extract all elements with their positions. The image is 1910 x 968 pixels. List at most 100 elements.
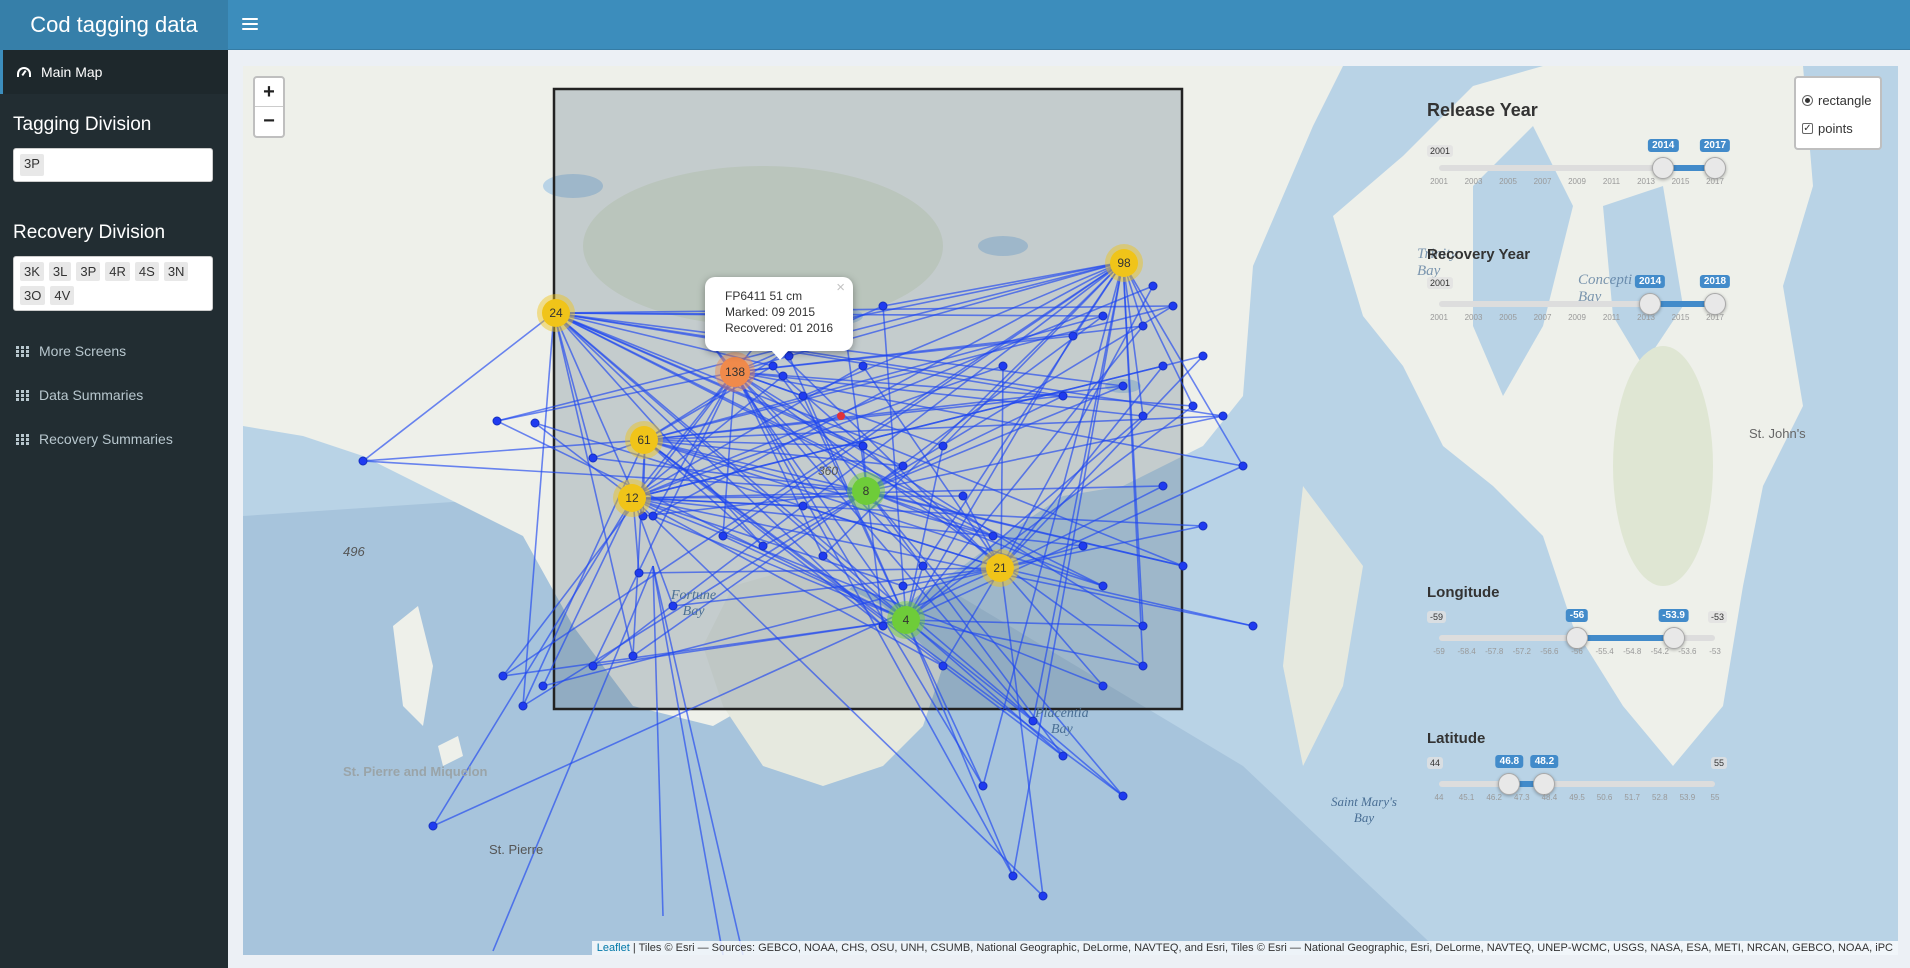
tag-point[interactable] [1198,351,1208,361]
tag-point[interactable] [1138,621,1148,631]
tag-point[interactable] [358,456,368,466]
tag-point[interactable] [1098,311,1108,321]
recovery-division-chip[interactable]: 4S [134,262,159,281]
cluster-marker[interactable]: 98 [1105,244,1143,282]
tag-point[interactable] [758,541,768,551]
tag-point[interactable] [918,561,928,571]
recovery-division-chip[interactable]: 3L [48,262,72,281]
tag-point[interactable] [898,581,908,591]
tag-point[interactable] [518,701,528,711]
leaflet-link[interactable]: Leaflet [597,942,630,954]
tag-point[interactable] [1158,361,1168,371]
tag-point-selected[interactable] [837,412,845,420]
cluster-marker[interactable]: 24 [537,294,575,332]
tag-point[interactable] [938,661,948,671]
tagging-division-chip[interactable]: 3P [20,154,44,176]
tag-point[interactable] [1248,621,1258,631]
layer-rectangle-option[interactable]: rectangle [1802,86,1874,114]
map-canvas[interactable]: 24 138 61 12 98 8 21 4 Fortune Bay Place… [243,66,1898,955]
recovery-division-chip[interactable]: 4V [50,286,75,305]
longitude-slider[interactable]: -59 -53 -56 -53.9 -59 -58.4 -57.8 -57.2 -56.… [1427,601,1727,661]
zoom-out-button[interactable]: − [255,107,283,136]
slider-high-handle[interactable] [1704,157,1726,179]
tag-point[interactable] [1098,681,1108,691]
tag-point[interactable] [588,453,598,463]
recovery-division-select[interactable]: 3K 3L 3P 4R 4S 3N 3O 4V [13,256,213,311]
tag-point[interactable] [858,441,868,451]
slider-high-handle[interactable] [1662,627,1685,649]
tag-point[interactable] [1038,891,1048,901]
tag-point[interactable] [858,361,868,371]
tag-point[interactable] [1058,751,1068,761]
tag-point[interactable] [1178,561,1188,571]
popup-close-button[interactable]: × [836,280,845,296]
sidebar-toggle-icon[interactable] [242,15,258,35]
cluster-marker[interactable]: 8 [847,472,885,510]
cluster-marker[interactable]: 12 [613,479,651,517]
sidebar-item-recovery-summaries[interactable]: Recovery Summaries [0,417,228,461]
sidebar-item-more-screens[interactable]: More Screens [0,329,228,373]
cluster-marker[interactable]: 138 [715,352,755,392]
tagging-division-select[interactable]: 3P [13,148,213,182]
tag-point[interactable] [978,781,988,791]
tag-point[interactable] [878,621,888,631]
tag-point[interactable] [1238,461,1248,471]
tag-point[interactable] [1138,321,1148,331]
tag-point[interactable] [718,531,728,541]
zoom-in-button[interactable]: + [255,78,283,107]
tag-point[interactable] [1168,301,1178,311]
tag-point[interactable] [1218,411,1228,421]
tag-point[interactable] [538,681,548,691]
tag-point[interactable] [1198,521,1208,531]
tag-point[interactable] [492,416,502,426]
cluster-marker[interactable]: 61 [625,421,663,459]
tag-point[interactable] [428,821,438,831]
tag-point[interactable] [1138,411,1148,421]
sidebar-item-data-summaries[interactable]: Data Summaries [0,373,228,417]
tag-point[interactable] [938,441,948,451]
tag-point[interactable] [1158,481,1168,491]
tag-point[interactable] [530,418,540,428]
checkbox-icon[interactable]: ✓ [1802,122,1813,134]
recovery-division-chip[interactable]: 3O [20,286,46,305]
tag-point[interactable] [648,511,658,521]
recovery-year-slider[interactable]: 2001 2014 2018 2001 2003 2005 2007 2009 2011 2… [1427,263,1731,323]
slider-low-handle[interactable] [1498,773,1521,795]
tag-point[interactable] [778,371,788,381]
recovery-division-chip[interactable]: 3P [76,262,101,281]
tag-point[interactable] [1118,791,1128,801]
tag-point[interactable] [958,491,968,501]
tag-point[interactable] [768,361,778,371]
release-year-slider[interactable]: 2001 2014 2017 2001 2003 2005 2007 2009 2011 2… [1427,121,1731,186]
radio-icon[interactable] [1802,94,1813,106]
recovery-division-chip[interactable]: 3N [163,262,189,281]
slider-low-handle[interactable] [1652,157,1675,179]
tag-point[interactable] [988,531,998,541]
app-title[interactable]: Cod tagging data [0,0,228,50]
tag-point[interactable] [1148,281,1158,291]
tag-point[interactable] [1118,381,1128,391]
slider-high-handle[interactable] [1533,773,1556,795]
slider-low-handle[interactable] [1639,293,1662,315]
cluster-marker[interactable]: 21 [981,549,1019,587]
tag-point[interactable] [818,551,828,561]
latitude-slider[interactable]: 44 55 46.8 48.2 44 45.1 46.2 47.3 48.4 49.5 50… [1427,747,1727,807]
tag-point[interactable] [1058,391,1068,401]
layer-points-option[interactable]: ✓ points [1802,114,1874,142]
tag-point[interactable] [878,301,888,311]
recovery-division-chip[interactable]: 4R [105,262,130,281]
tag-point[interactable] [798,391,808,401]
tag-point[interactable] [1138,661,1148,671]
tag-point[interactable] [498,671,508,681]
recovery-division-chip[interactable]: 3K [20,262,44,281]
tag-point[interactable] [634,568,644,578]
sidebar-item-main-map[interactable]: Main Map [0,50,228,94]
tag-point[interactable] [998,361,1008,371]
slider-high-handle[interactable] [1704,293,1726,315]
tag-point[interactable] [1068,331,1078,341]
tag-point[interactable] [1188,401,1198,411]
tag-point[interactable] [798,501,808,511]
cluster-marker[interactable]: 4 [887,601,925,639]
tag-point[interactable] [1098,581,1108,591]
tag-point[interactable] [1078,541,1088,551]
